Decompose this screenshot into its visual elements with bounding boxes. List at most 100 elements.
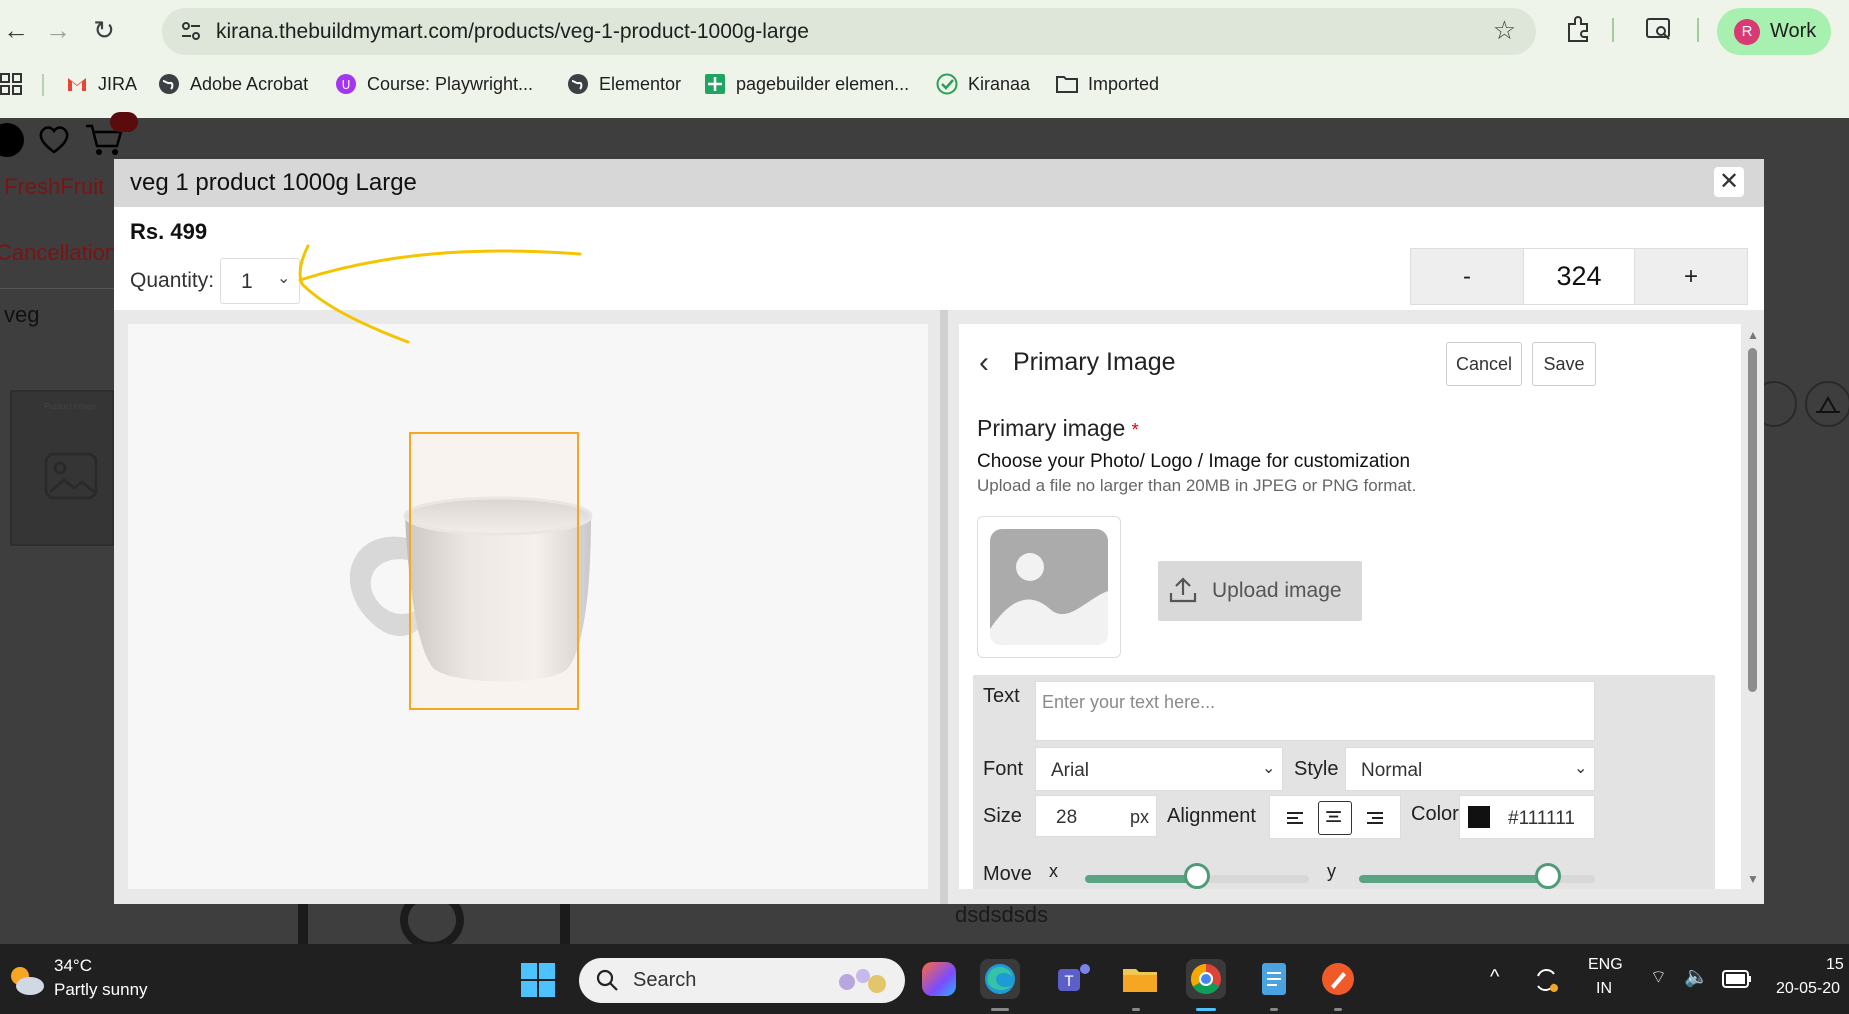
move-x-label: x: [1049, 861, 1058, 881]
move-y-slider[interactable]: [1359, 863, 1595, 889]
udemy-icon: U: [336, 74, 356, 94]
scroll-down-icon[interactable]: ▼: [1747, 872, 1759, 886]
chevron-left-icon[interactable]: ‹: [979, 346, 989, 380]
weather-icon[interactable]: [6, 962, 48, 998]
profile-button[interactable]: R Work: [1717, 8, 1831, 55]
bookmark-course-playwright[interactable]: U Course: Playwright...: [335, 73, 533, 95]
decrement-button[interactable]: -: [1411, 249, 1523, 304]
scrollbar-thumb[interactable]: [1748, 348, 1757, 692]
upload-image-button[interactable]: Upload image: [1158, 561, 1362, 621]
upload-label: Upload image: [1212, 579, 1342, 602]
taskbar-search[interactable]: Search: [579, 958, 905, 1003]
battery-icon[interactable]: [1722, 970, 1752, 988]
align-center-button[interactable]: [1318, 801, 1352, 835]
customizer-panel: ‹ Primary Image Cancel Save Primary imag…: [959, 324, 1741, 889]
back-icon[interactable]: ←: [0, 14, 32, 46]
style-value: Normal: [1361, 760, 1423, 781]
edge-taskbar-button[interactable]: [980, 959, 1020, 999]
toolbar-divider: [1612, 18, 1614, 42]
move-x-slider-handle[interactable]: [1184, 863, 1210, 889]
copilot-icon[interactable]: [922, 962, 956, 996]
move-y-slider-handle[interactable]: [1535, 863, 1561, 889]
chrome-taskbar-button[interactable]: [1186, 959, 1226, 999]
bookmark-pagebuilder[interactable]: pagebuilder elemen...: [704, 73, 909, 95]
bookmark-kiranaa[interactable]: Kiranaa: [936, 73, 1030, 95]
color-value: #111111: [1508, 808, 1575, 829]
bookmark-star-icon[interactable]: ☆: [1493, 15, 1516, 46]
notepad-icon[interactable]: [1254, 959, 1294, 999]
language-code[interactable]: ENG: [1588, 956, 1623, 974]
quantity-stepper[interactable]: - 324 +: [1410, 248, 1748, 305]
sheets-icon: [705, 74, 725, 94]
size-input[interactable]: 28 px: [1035, 795, 1157, 837]
text-customization-form: Text Enter your text here... Font Arial …: [973, 675, 1715, 889]
volume-icon[interactable]: 🔈: [1684, 964, 1709, 989]
stepper-value[interactable]: 324: [1523, 249, 1635, 304]
modal-title: veg 1 product 1000g Large: [130, 169, 417, 196]
product-preview: [128, 324, 928, 889]
align-right-button[interactable]: [1358, 801, 1392, 835]
svg-text:U: U: [342, 78, 351, 92]
modal-header: veg 1 product 1000g Large ✕: [114, 159, 1764, 207]
windows-start-icon[interactable]: [520, 962, 556, 998]
globe-icon: [159, 74, 179, 94]
url-text[interactable]: kirana.thebuildmymart.com/products/veg-1…: [216, 20, 809, 44]
sync-icon[interactable]: [1532, 966, 1560, 994]
browser-toolbar: ← → ↻ kirana.thebuildmymart.com/products…: [0, 0, 1849, 118]
save-button[interactable]: Save: [1532, 342, 1596, 386]
scroll-up-icon[interactable]: ▲: [1747, 328, 1759, 342]
apps-grid-icon[interactable]: [0, 73, 22, 95]
annotation-arrow: [298, 244, 582, 344]
align-left-button[interactable]: [1278, 801, 1312, 835]
bookmark-label: Kiranaa: [968, 73, 1031, 94]
move-y-slider-fill: [1359, 875, 1548, 883]
file-explorer-icon[interactable]: [1120, 959, 1160, 999]
color-label: Color: [1411, 803, 1459, 825]
clock-date[interactable]: 20-05-20: [1776, 980, 1840, 998]
active-indicator: [1196, 1008, 1216, 1011]
chevron-up-icon[interactable]: ^: [1490, 966, 1499, 989]
avatar: R: [1734, 19, 1760, 45]
clock-time[interactable]: 15: [1826, 956, 1844, 974]
app-pen-icon[interactable]: [1318, 959, 1358, 999]
increment-button[interactable]: +: [1635, 249, 1747, 304]
bookmark-adobe-acrobat[interactable]: Adobe Acrobat: [158, 73, 308, 95]
address-bar[interactable]: kirana.thebuildmymart.com/products/veg-1…: [162, 8, 1536, 55]
decor-bar: [298, 904, 308, 944]
panel-divider[interactable]: [940, 310, 948, 904]
text-input[interactable]: Enter your text here...: [1035, 681, 1595, 741]
lens-search-icon[interactable]: [1644, 14, 1674, 44]
image-placeholder-icon: [44, 452, 98, 500]
move-x-slider[interactable]: [1085, 863, 1309, 889]
divider: [0, 288, 114, 289]
close-button[interactable]: ✕: [1714, 167, 1744, 197]
teams-icon[interactable]: T: [1054, 959, 1094, 999]
extensions-icon[interactable]: [1563, 14, 1593, 44]
language-region[interactable]: IN: [1596, 980, 1612, 998]
wifi-icon[interactable]: ⌔: [1650, 966, 1667, 989]
upload-icon: [1169, 577, 1197, 603]
bookmark-elementor[interactable]: Elementor: [567, 73, 681, 95]
image-thumbnail[interactable]: [977, 516, 1121, 658]
print-area-selection[interactable]: [409, 432, 579, 710]
font-select[interactable]: Arial ⌄: [1035, 747, 1283, 791]
search-highlight-icon: [839, 969, 886, 993]
style-select[interactable]: Normal ⌄: [1345, 747, 1595, 791]
style-label: Style: [1294, 758, 1339, 780]
move-x-slider-fill: [1085, 875, 1197, 883]
bookmark-jira[interactable]: JIRA: [66, 73, 137, 95]
cancellation-text: Cancellation: [0, 240, 118, 265]
bookmark-label: pagebuilder elemen...: [736, 73, 910, 94]
cart-badge: [110, 112, 138, 132]
forward-icon[interactable]: →: [42, 14, 74, 46]
cancel-button[interactable]: Cancel: [1446, 342, 1522, 386]
site-settings-icon[interactable]: [180, 20, 202, 42]
bookmark-folder-imported[interactable]: Imported: [1056, 73, 1159, 95]
running-indicator: [1132, 1008, 1140, 1011]
color-picker[interactable]: #111111: [1459, 795, 1595, 839]
heart-icon: [39, 126, 69, 154]
panel-scrollbar[interactable]: ▲ ▼: [1743, 324, 1761, 889]
reload-icon[interactable]: ↻: [88, 14, 120, 46]
image-section-heading: Primary image *: [977, 415, 1139, 442]
size-unit: px: [1130, 807, 1150, 827]
